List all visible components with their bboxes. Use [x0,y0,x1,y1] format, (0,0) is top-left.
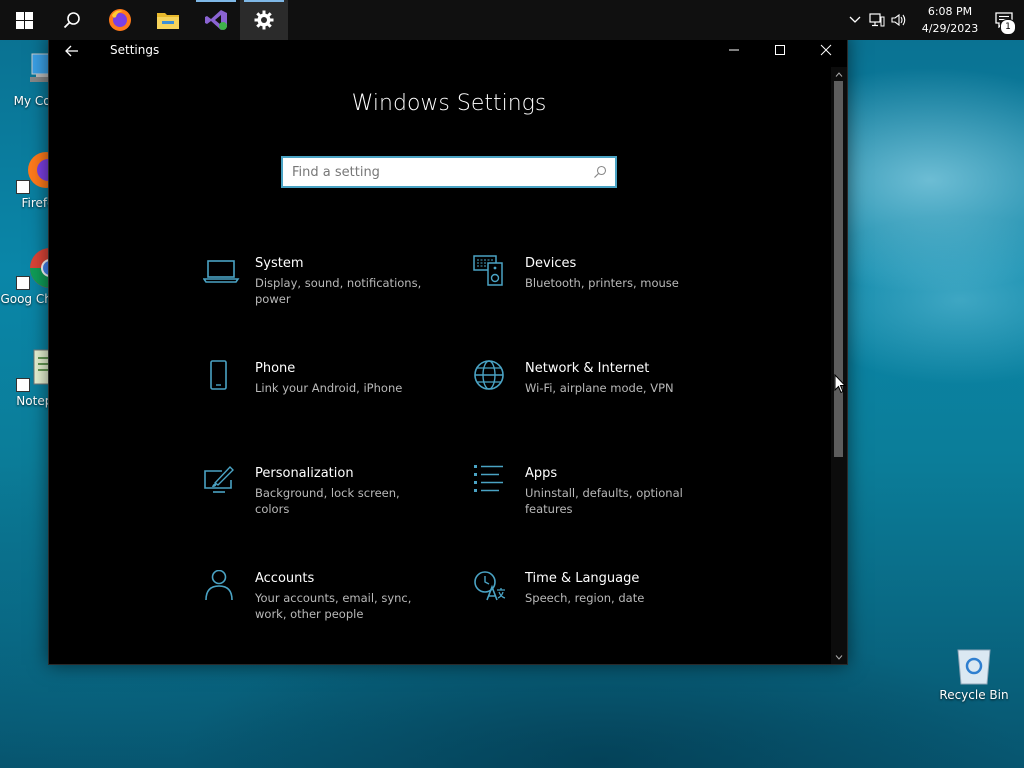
category-description: Speech, region, date [525,591,645,605]
shortcut-arrow-icon [16,276,30,290]
paint-brush-screen-icon [204,465,234,493]
system-tray: 6:08 PM 4/29/2023 1 [844,0,1024,40]
shortcut-arrow-icon [16,180,30,194]
category-devices[interactable]: Devices Bluetooth, printers, mouse [473,255,723,325]
volume-tray-button[interactable] [888,0,910,40]
category-name: Devices [525,256,577,271]
category-description: Wi-Fi, airplane mode, VPN [525,381,674,395]
speaker-icon [891,13,906,27]
category-system[interactable]: System Display, sound, notifications, po… [203,255,453,325]
taskbar-visual-studio[interactable] [192,0,240,40]
firefox-icon [109,9,131,31]
show-hidden-icons-button[interactable] [844,0,866,40]
taskbar-clock[interactable]: 6:08 PM 4/29/2023 [916,3,984,37]
settings-window: Settings Windows Settings Find a setting… [48,34,848,665]
clock-time: 6:08 PM [927,5,973,18]
category-network-internet[interactable]: Network & Internet Wi-Fi, airplane mode,… [473,360,723,430]
shortcut-arrow-icon [16,378,30,392]
mouse-cursor-icon [834,374,846,394]
category-name: Accounts [255,571,315,586]
search-input[interactable] [283,158,592,186]
time-language-icon [474,571,506,601]
search-icon [63,12,80,29]
category-personalization[interactable]: Personalization Background, lock screen,… [203,465,453,535]
page-title: Windows Settings [351,91,547,116]
category-name: Personalization [255,466,354,481]
action-center-button[interactable]: 1 [984,0,1024,40]
gear-icon [254,10,274,30]
devices-icon [473,255,503,286]
scroll-up-button[interactable] [831,67,847,81]
chevron-down-icon [835,654,843,660]
category-description: Display, sound, notifications, power [255,276,422,306]
phone-icon [210,360,227,390]
taskbar-file-explorer[interactable] [144,0,192,40]
scrollbar-thumb[interactable] [834,81,843,457]
desktop-icon-recycle-bin[interactable]: Recycle Bin [936,642,1012,703]
category-description: Link your Android, iPhone [255,381,403,395]
taskbar-firefox[interactable] [96,0,144,40]
windows-logo-icon [15,11,33,29]
globe-icon [474,360,504,390]
start-button[interactable] [0,0,48,40]
taskbar: 6:08 PM 4/29/2023 1 [0,0,1024,40]
scroll-down-button[interactable] [831,650,847,664]
category-description: Uninstall, defaults, optional features [525,486,683,516]
chevron-up-icon [849,16,861,23]
laptop-icon [203,260,240,283]
network-tray-button[interactable] [866,0,888,40]
network-icon [869,13,885,27]
category-description: Bluetooth, printers, mouse [525,276,679,290]
category-name: Phone [255,361,296,376]
category-time-language[interactable]: Time & Language Speech, region, date [473,570,723,640]
category-accounts[interactable]: Accounts Your accounts, email, sync, wor… [203,570,453,640]
category-apps[interactable]: Apps Uninstall, defaults, optional featu… [473,465,723,535]
category-description: Background, lock screen, colors [255,486,400,516]
arrow-left-icon [65,45,78,57]
notification-count-badge: 1 [1000,19,1016,35]
minimize-icon [729,49,739,51]
category-name: Network & Internet [525,361,650,376]
close-icon [820,44,832,56]
recycle-bin-icon [952,642,996,686]
category-description: Your accounts, email, sync, work, other … [255,591,412,621]
category-phone[interactable]: Phone Link your Android, iPhone [203,360,453,430]
vertical-scrollbar[interactable] [831,67,847,664]
search-box[interactable] [281,156,617,188]
desktop-icon-label: Recycle Bin [939,688,1009,702]
person-icon [205,570,233,601]
list-icon [474,465,503,492]
category-name: System [255,256,304,271]
category-name: Apps [525,466,558,481]
visual-studio-icon [205,10,227,30]
search-icon [594,165,607,178]
taskbar-settings[interactable] [240,0,288,40]
maximize-icon [775,45,785,55]
search-button[interactable] [48,0,96,40]
folder-icon [157,13,179,29]
back-button[interactable] [59,41,85,61]
category-name: Time & Language [525,571,640,586]
window-title: Settings [110,43,160,57]
clock-date: 4/29/2023 [921,22,979,35]
chevron-up-icon [835,71,843,77]
